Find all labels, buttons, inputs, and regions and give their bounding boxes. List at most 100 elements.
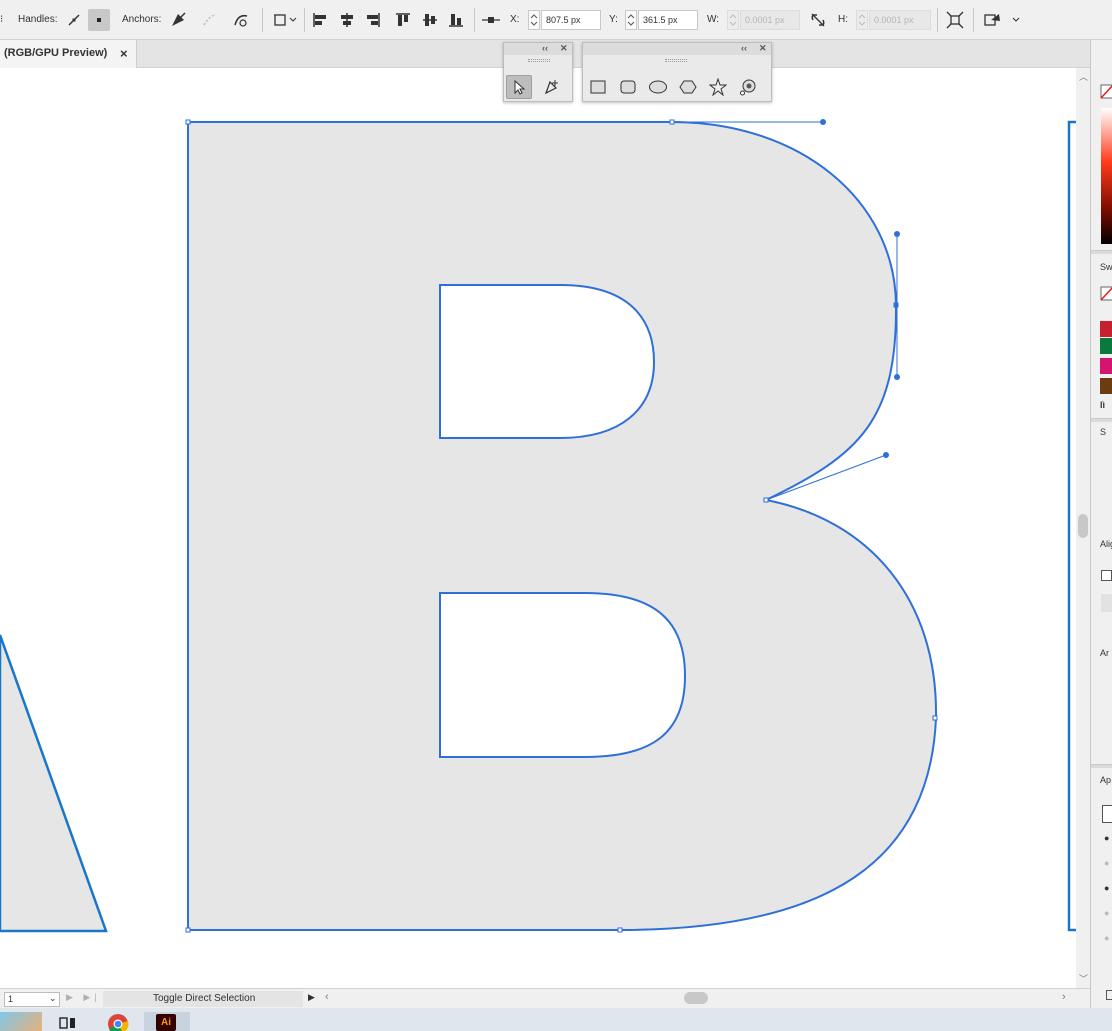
vertical-scrollbar[interactable]: ︿ ﹀ (1076, 68, 1090, 988)
panel-divider (1091, 250, 1112, 254)
anchor-point[interactable] (763, 497, 769, 503)
selection-tool-button[interactable] (506, 75, 532, 99)
align-field[interactable] (1101, 594, 1112, 612)
scroll-up-icon[interactable]: ︿ (1079, 70, 1088, 83)
x-field[interactable]: 807.5 px (541, 10, 601, 30)
anchor-point[interactable] (669, 119, 675, 125)
none-swatch-icon[interactable] (1100, 286, 1112, 302)
control-bar-grip[interactable]: ⁝ (0, 14, 3, 25)
align-vertical-center-button[interactable] (419, 9, 441, 31)
panel-menu-icon[interactable] (1106, 990, 1112, 1000)
status-bar: 1 ⌄ ▶ ▶| Toggle Direct Selection ▶ ‹ › (0, 988, 1090, 1008)
rectangle-tool-button[interactable] (585, 75, 611, 99)
hide-handles-button[interactable] (88, 9, 110, 31)
anchors-label: Anchors: (122, 14, 162, 25)
align-panel-label[interactable]: Alig (1100, 539, 1112, 549)
color-picker-spectrum[interactable] (1101, 108, 1112, 244)
align-right-button[interactable] (362, 9, 384, 31)
none-fill-icon[interactable] (1100, 84, 1112, 100)
panel-grip[interactable] (528, 59, 550, 62)
polygon-tool-icon (679, 80, 697, 94)
star-tool-button[interactable] (705, 75, 731, 99)
align-checkbox[interactable] (1101, 570, 1112, 581)
cut-path-button[interactable] (199, 9, 221, 31)
anchor-point[interactable] (185, 119, 191, 125)
stepper-arrows-icon (530, 14, 538, 26)
visibility-eye-icon[interactable]: ● (1104, 908, 1109, 918)
transform-dropdown-button[interactable] (272, 9, 300, 31)
anchor-point[interactable] (185, 927, 191, 933)
bezier-handle-point[interactable] (894, 374, 900, 380)
visibility-eye-icon[interactable]: ● (1104, 883, 1109, 893)
visibility-eye-icon[interactable]: ● (1104, 933, 1109, 943)
y-stepper[interactable] (625, 10, 637, 30)
bezier-handle-point[interactable] (883, 452, 889, 458)
vertical-scroll-thumb[interactable] (1078, 514, 1088, 538)
bezier-handle-point[interactable] (820, 119, 826, 125)
scroll-down-icon[interactable]: ﹀ (1079, 972, 1088, 985)
letter-a-shape[interactable] (0, 634, 108, 933)
anchor-point-selected[interactable] (893, 302, 899, 308)
scroll-left-icon[interactable]: ‹ (325, 991, 329, 1003)
collapse-panel-icon[interactable]: ‹‹ (542, 43, 548, 53)
close-panel-icon[interactable]: ✕ (759, 43, 767, 54)
align-left-button[interactable] (309, 9, 331, 31)
photo-app-icon[interactable] (0, 1012, 42, 1031)
rounded-rectangle-tool-button[interactable] (615, 75, 641, 99)
letter-b-shape[interactable] (187, 121, 938, 931)
selection-options-dropdown[interactable] (983, 9, 1023, 31)
document-tab[interactable]: (RGB/GPU Preview) × (0, 40, 137, 68)
artboard-nav-arrows-icon[interactable]: ▶ ▶| (66, 992, 101, 1003)
stroke-panel-label[interactable]: S (1100, 427, 1106, 437)
status-menu-icon[interactable]: ▶ (308, 992, 315, 1003)
canvas[interactable] (0, 68, 1076, 988)
control-bar: ⁝ Handles: Anchors: X: 807.5 px Y: 361.5… (0, 0, 1112, 40)
snipping-tool-icon[interactable] (58, 1012, 82, 1031)
anchor-point[interactable] (617, 927, 623, 933)
h-field: 0.0001 px (869, 10, 931, 30)
handles-label: Handles: (18, 14, 58, 25)
swatches-panel-label[interactable]: Sw (1100, 262, 1112, 272)
close-panel-icon[interactable]: ✕ (560, 43, 568, 54)
swatch-libraries-icon[interactable]: lì (1100, 400, 1105, 410)
visibility-eye-icon[interactable]: ● (1104, 858, 1109, 868)
anchor-only-icon (97, 18, 101, 22)
artboards-panel-label[interactable]: Ar (1100, 648, 1109, 658)
panel-grip[interactable] (665, 59, 687, 62)
y-field[interactable]: 361.5 px (638, 10, 698, 30)
anchor-point[interactable] (932, 715, 938, 721)
show-handles-button[interactable] (63, 9, 85, 31)
constrain-proportions-button[interactable] (807, 9, 829, 31)
connect-anchors-button[interactable] (230, 9, 252, 31)
artboard-number-select[interactable]: 1 ⌄ (4, 992, 60, 1007)
flare-tool-button[interactable] (735, 75, 761, 99)
align-top-button[interactable] (392, 9, 414, 31)
visibility-eye-icon[interactable]: ● (1104, 833, 1109, 843)
letter-c-edge[interactable] (1067, 120, 1076, 932)
add-anchor-point-button[interactable] (538, 75, 564, 99)
convert-anchor-button[interactable] (167, 9, 189, 31)
align-horizontal-center-button[interactable] (336, 9, 358, 31)
collapse-panel-icon[interactable]: ‹‹ (741, 43, 747, 53)
horizontal-scroll-thumb[interactable] (684, 992, 708, 1004)
scroll-right-icon[interactable]: › (1062, 991, 1066, 1003)
close-tab-icon[interactable]: × (120, 46, 128, 61)
bezier-handle-point[interactable] (894, 231, 900, 237)
appearance-panel-label[interactable]: Ap (1100, 775, 1111, 785)
polygon-tool-button[interactable] (675, 75, 701, 99)
ellipse-tool-button[interactable] (645, 75, 671, 99)
swatch-brown[interactable] (1100, 378, 1112, 394)
swatch-magenta[interactable] (1100, 358, 1112, 374)
isolate-selected-button[interactable] (944, 9, 966, 31)
separator (474, 8, 475, 32)
stepper-arrows-icon (858, 14, 866, 26)
swatch-red[interactable] (1100, 321, 1112, 337)
swatch-green[interactable] (1100, 338, 1112, 354)
chrome-icon[interactable] (106, 1012, 130, 1031)
illustrator-taskbar-button[interactable]: Ai (144, 1012, 190, 1031)
reference-point-button[interactable] (480, 9, 502, 31)
y-label: Y: (609, 14, 618, 25)
x-stepper[interactable] (528, 10, 540, 30)
selection-tool-icon (514, 79, 526, 95)
align-bottom-button[interactable] (445, 9, 467, 31)
